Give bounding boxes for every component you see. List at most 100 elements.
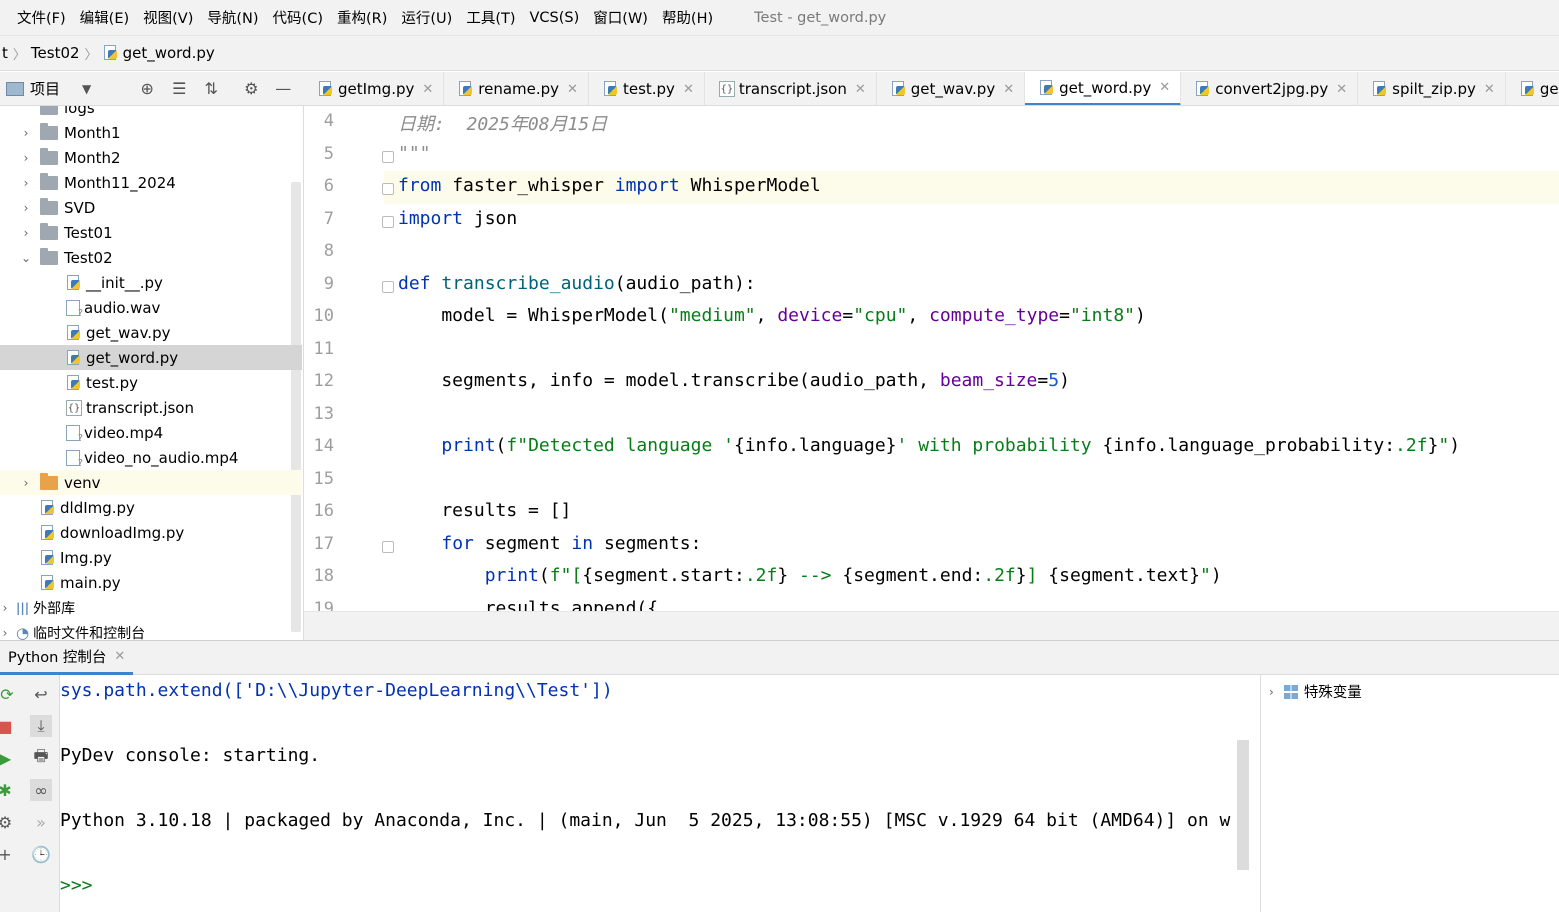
tree-item[interactable]: › Month1 [0, 120, 290, 145]
close-icon[interactable]: ✕ [567, 82, 578, 97]
menu-item[interactable]: 代码(C) [273, 7, 323, 28]
menu-item[interactable]: 导航(N) [207, 7, 258, 28]
tree-item[interactable]: downloadImg.py [0, 520, 290, 545]
editor-tab[interactable]: getXh [1506, 72, 1559, 105]
tree-item[interactable]: video.mp4 [0, 420, 290, 445]
breadcrumb-folder[interactable]: Test02 [31, 44, 80, 62]
tree-scrollbar[interactable] [291, 182, 301, 632]
menu-item[interactable]: 帮助(H) [662, 7, 713, 28]
locate-icon[interactable]: ⊕ [137, 79, 157, 99]
execute-icon[interactable]: » [30, 811, 52, 833]
fold-marker-icon[interactable] [382, 183, 394, 195]
tree-item[interactable]: › Month11_2024 [0, 170, 290, 195]
tree-item[interactable]: › ◔ 临时文件和控制台 [0, 620, 290, 641]
fold-marker-icon[interactable] [382, 150, 394, 163]
minimize-icon[interactable]: — [273, 79, 293, 99]
chevron-right-icon[interactable]: › [18, 151, 34, 165]
editor-tab[interactable]: {} transcript.json ✕ [705, 72, 877, 105]
editor-tab[interactable]: rename.py ✕ [444, 72, 589, 105]
breadcrumb-file[interactable]: get_word.py [103, 44, 215, 62]
tree-item[interactable]: logs [0, 106, 290, 120]
tree-item[interactable]: › Month2 [0, 145, 290, 170]
tree-item[interactable]: video_no_audio.mp4 [0, 445, 290, 470]
chevron-right-icon[interactable]: › [0, 601, 10, 615]
tree-item[interactable]: ⌄ Test02 [0, 245, 290, 270]
menu-item[interactable]: 重构(R) [337, 7, 387, 28]
chevron-right-icon[interactable]: › [18, 226, 34, 240]
editor-tab[interactable]: spilt_zip.py ✕ [1358, 72, 1506, 105]
breadcrumb-root[interactable]: t [2, 44, 8, 62]
editor-tab[interactable]: getImg.py ✕ [304, 72, 445, 105]
add-icon[interactable]: + [0, 843, 16, 865]
tree-item[interactable]: main.py [0, 570, 290, 595]
settings-icon[interactable]: ⚙ [0, 811, 16, 833]
code-token: } [777, 565, 789, 586]
close-icon[interactable]: ✕ [114, 649, 125, 664]
editor-horizontal-scrollbar[interactable] [304, 611, 1559, 640]
fold-marker-icon[interactable] [382, 540, 394, 553]
chevron-down-icon[interactable]: ▼ [82, 82, 91, 96]
chevron-right-icon[interactable]: › [18, 201, 34, 215]
close-icon[interactable]: ✕ [1336, 82, 1347, 97]
menu-item[interactable]: 工具(T) [466, 7, 515, 28]
chevron-right-icon[interactable]: › [18, 126, 34, 140]
close-icon[interactable]: ✕ [1159, 80, 1170, 95]
tree-item[interactable]: Img.py [0, 545, 290, 570]
menu-item[interactable]: 编辑(E) [80, 7, 129, 28]
tree-item[interactable]: get_word.py [0, 345, 302, 370]
stop-icon[interactable]: ■ [0, 715, 16, 737]
console-output[interactable]: sys.path.extend(['D:\\Jupyter-DeepLearni… [60, 675, 1250, 912]
fold-marker-icon[interactable] [382, 280, 394, 293]
close-icon[interactable]: ✕ [683, 82, 694, 97]
console-scrollbar[interactable] [1237, 740, 1249, 870]
code-token: compute_type [929, 305, 1060, 326]
history-icon[interactable]: 🕒 [30, 843, 52, 865]
tree-item[interactable]: › Test01 [0, 220, 290, 245]
chevron-down-icon[interactable]: ⌄ [18, 251, 34, 265]
expand-all-icon[interactable]: ☰ [169, 79, 189, 99]
fold-marker-icon[interactable] [382, 215, 394, 228]
editor-tab[interactable]: convert2jpg.py ✕ [1181, 72, 1359, 105]
code-editor[interactable]: 4 5 6 7 8 9 10 11 12 13 14 15 16 17 18 19 日期: 2025年08月1… [304, 106, 1559, 611]
close-icon[interactable]: ✕ [1003, 82, 1014, 97]
tree-item[interactable]: audio.wav [0, 295, 290, 320]
project-panel-label[interactable]: 项目 [30, 78, 60, 99]
debug-icon[interactable]: ✱ [0, 779, 16, 801]
tree-item[interactable]: __init__.py [0, 270, 290, 295]
tree-item[interactable]: dldImg.py [0, 495, 290, 520]
tree-item[interactable]: › SVD [0, 195, 290, 220]
menu-item[interactable]: 视图(V) [143, 7, 193, 28]
tree-item[interactable]: {} transcript.json [0, 395, 290, 420]
soft-wrap-icon[interactable]: ↩ [30, 683, 52, 705]
chevron-right-icon[interactable]: › [0, 626, 10, 640]
menu-item[interactable]: 窗口(W) [593, 7, 648, 28]
tree-item[interactable]: › ||| 外部库 [0, 595, 290, 620]
menu-item[interactable]: 运行(U) [401, 7, 452, 28]
tree-item[interactable]: test.py [0, 370, 290, 395]
tab-label: getXh [1539, 80, 1559, 98]
tree-item-label: video.mp4 [84, 423, 164, 442]
close-icon[interactable]: ✕ [422, 82, 433, 97]
tree-item[interactable]: get_wav.py [0, 320, 290, 345]
special-variables-node[interactable]: › 特殊变量 [1269, 681, 1362, 702]
gear-icon[interactable]: ⚙ [241, 79, 261, 99]
tree-item[interactable]: › venv [0, 470, 302, 495]
menu-item[interactable]: VCS(S) [530, 10, 580, 26]
rerun-icon[interactable]: ⟳ [0, 683, 18, 705]
menu-item[interactable]: 文件(F) [17, 7, 66, 28]
chevron-right-icon[interactable]: › [18, 476, 34, 490]
editor-tab[interactable]: get_word.py ✕ [1025, 72, 1182, 105]
print-icon[interactable]: 🖶 [30, 746, 52, 769]
close-icon[interactable]: ✕ [1484, 82, 1495, 97]
chevron-right-icon[interactable]: › [18, 176, 34, 190]
editor-tab[interactable]: get_wav.py ✕ [877, 72, 1026, 105]
close-icon[interactable]: ✕ [855, 82, 866, 97]
tab-python-console[interactable]: Python 控制台 ✕ [0, 641, 134, 675]
scroll-to-end-icon[interactable]: ⤓ [30, 715, 52, 737]
collapse-all-icon[interactable]: ⇅ [201, 79, 221, 99]
chevron-right-icon[interactable]: › [1269, 685, 1274, 699]
show-variables-icon[interactable]: ∞ [30, 779, 52, 801]
run-icon[interactable]: ▶ [0, 747, 16, 769]
editor-tab[interactable]: test.py ✕ [589, 72, 705, 105]
code-token: {segment.text} [1048, 565, 1201, 586]
